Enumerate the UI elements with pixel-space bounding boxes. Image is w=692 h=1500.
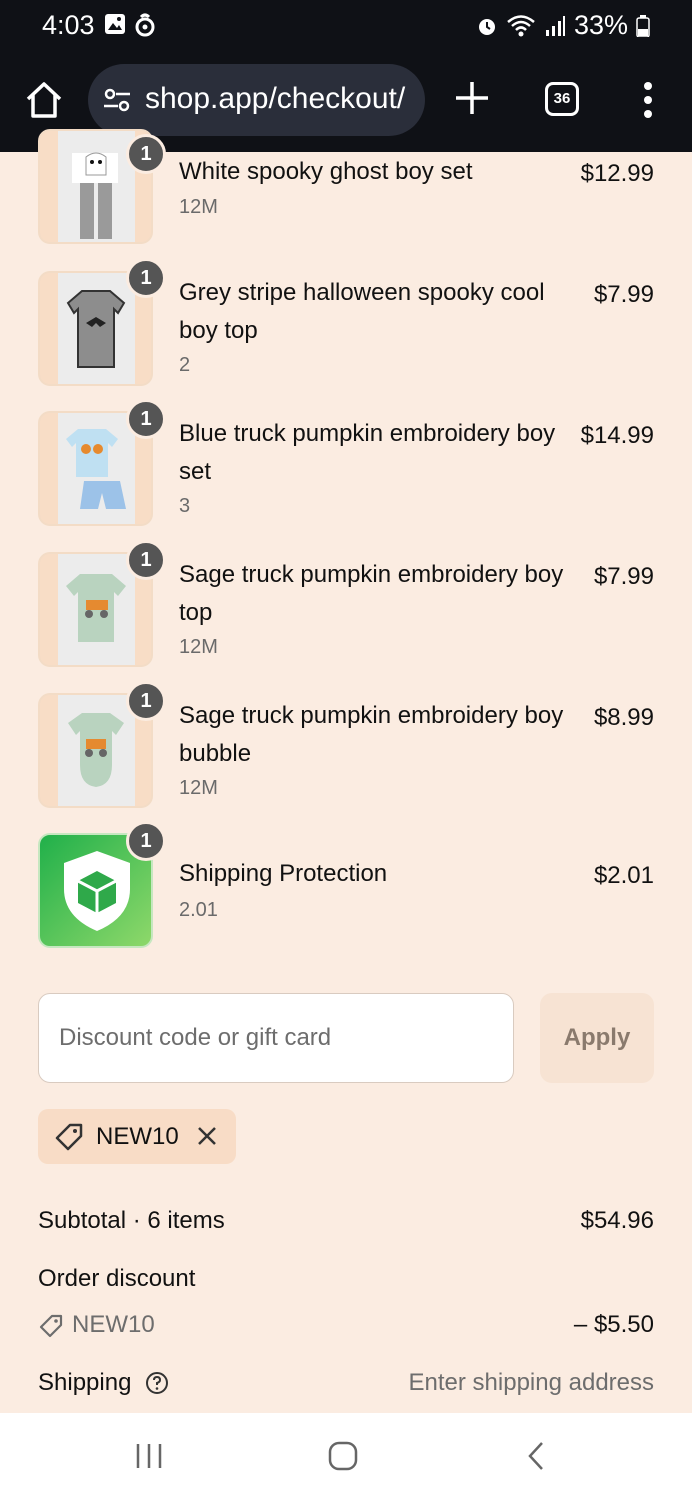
item-price: $7.99 [593, 281, 654, 308]
tag-icon [39, 1314, 63, 1338]
gallery-icon [105, 14, 125, 34]
quantity-badge: 1 [126, 134, 166, 174]
home-nav-icon[interactable] [328, 1441, 358, 1471]
more-menu-icon[interactable] [636, 78, 660, 122]
alarm-icon [478, 18, 495, 35]
item-variant: 12M [179, 196, 218, 218]
quantity-badge: 1 [126, 540, 166, 580]
applied-discount-chip: NEW10 [38, 1109, 236, 1164]
order-discount-label: Order discount [38, 1265, 196, 1292]
blue-set-image [66, 429, 126, 509]
item-variant: 2 [179, 354, 191, 376]
list-item: 1 Sage truck pumpkin embroidery boy bubb… [0, 681, 692, 812]
quantity-badge: 1 [126, 399, 166, 439]
discount-code-label: NEW10 [72, 1311, 155, 1338]
item-variant: 3 [179, 495, 191, 517]
item-variant: 12M [179, 636, 218, 658]
ghost-set-image [72, 152, 118, 239]
quantity-badge: 1 [126, 258, 166, 298]
item-variant: 12M [179, 777, 218, 799]
back-icon[interactable] [524, 1441, 548, 1471]
shipping-value: Enter shipping address [408, 1369, 654, 1396]
list-item: 1 Shipping Protection 2.01 $2.01 [0, 821, 692, 953]
quantity-badge: 1 [126, 681, 166, 721]
status-right: 33% [476, 10, 650, 41]
sage-bubble-image [68, 713, 124, 787]
item-title: White spooky ghost boy set [179, 158, 473, 185]
item-price: $2.01 [593, 862, 654, 889]
shield-icon [64, 851, 130, 931]
recent-apps-icon[interactable] [134, 1441, 164, 1471]
item-price: $14.99 [580, 422, 654, 449]
url-bar[interactable]: shop.app/checkout/ [88, 64, 425, 136]
quantity-badge: 1 [126, 821, 166, 861]
signal-icon [545, 15, 565, 36]
status-time: 4:03 [42, 10, 95, 40]
item-price: $8.99 [593, 704, 654, 731]
site-settings-icon[interactable] [102, 86, 132, 114]
close-icon[interactable] [196, 1125, 218, 1147]
subtotal-value: $54.96 [580, 1207, 654, 1234]
new-tab-icon[interactable] [450, 76, 494, 120]
status-bar: 4:03 33% [0, 0, 692, 52]
wifi-icon [507, 14, 535, 36]
tag-icon [55, 1123, 83, 1151]
applied-code: NEW10 [96, 1123, 179, 1150]
apply-button[interactable]: Apply [540, 993, 654, 1083]
item-title: Blue truck pumpkin embroidery boy set [179, 420, 556, 485]
item-variant: 2.01 [179, 899, 218, 921]
item-title: Grey stripe halloween spooky cool boy to… [179, 279, 545, 344]
list-item: 1 Blue truck pumpkin embroidery boy set … [0, 399, 692, 531]
discount-code-input[interactable] [38, 993, 514, 1083]
list-item: 1 Grey stripe halloween spooky cool boy … [0, 258, 692, 390]
item-price: $7.99 [593, 563, 654, 590]
battery-percent: 33% [573, 10, 628, 40]
item-title: Shipping Protection [179, 860, 388, 887]
url-text: shop.app/checkout/ [145, 82, 406, 115]
list-item: 1 Sage truck pumpkin embroidery boy top … [0, 540, 692, 672]
home-icon[interactable] [22, 78, 66, 122]
sage-top-image [66, 574, 126, 642]
lock-rotation-icon [135, 13, 155, 37]
grey-top-image [66, 290, 126, 368]
tab-switcher-button[interactable]: 36 [545, 82, 579, 116]
shipping-label: Shipping [38, 1369, 132, 1396]
item-price: $12.99 [580, 160, 654, 187]
item-title: Sage truck pumpkin embroidery boy bubble [179, 702, 564, 767]
list-item: 1 White spooky ghost boy set 12M $12.99 [0, 129, 692, 262]
system-nav-bar [0, 1413, 692, 1500]
subtotal-label: Subtotal · 6 items [38, 1207, 225, 1234]
battery-icon [636, 14, 650, 37]
help-icon[interactable] [145, 1371, 169, 1395]
item-title: Sage truck pumpkin embroidery boy top [179, 561, 564, 626]
discount-value: – $5.50 [573, 1311, 654, 1338]
